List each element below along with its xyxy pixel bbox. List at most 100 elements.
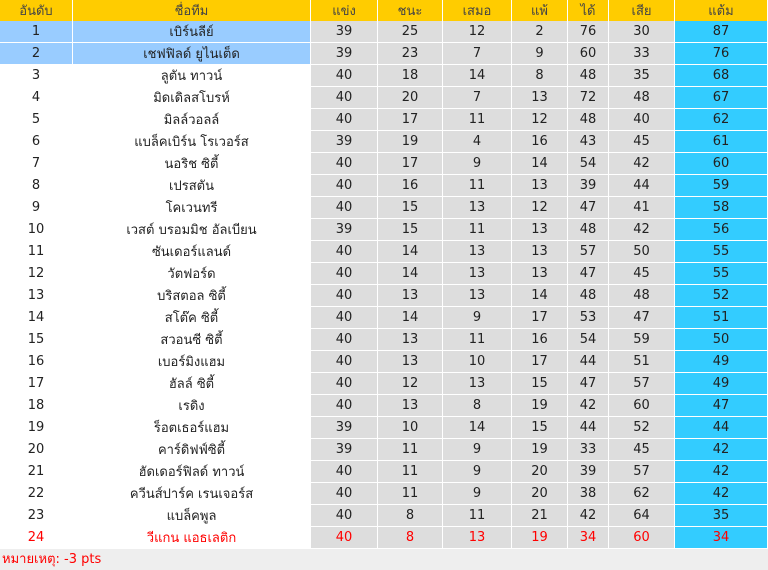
- points-cell: 59: [675, 175, 768, 197]
- header-lost[interactable]: แพ้: [512, 0, 568, 21]
- drawn-cell: 11: [443, 505, 512, 527]
- won-cell: 13: [378, 351, 443, 373]
- points-cell: 44: [675, 417, 768, 439]
- table-row[interactable]: 17 ฮัลล์ ซิตี้ 40 12 13 15 47 57 49: [0, 373, 768, 395]
- played-cell: 40: [311, 263, 378, 285]
- table-row[interactable]: 18 เรดิง 40 13 8 19 42 60 47: [0, 395, 768, 417]
- table-row[interactable]: 9 โคเวนทรี 40 15 13 12 47 41 58: [0, 197, 768, 219]
- table-row[interactable]: 7 นอริช ซิตี้ 40 17 9 14 54 42 60: [0, 153, 768, 175]
- points-cell: 42: [675, 439, 768, 461]
- table-row[interactable]: 16 เบอร์มิงแฮม 40 13 10 17 44 51 49: [0, 351, 768, 373]
- goals-for-cell: 57: [568, 241, 609, 263]
- team-name-cell[interactable]: เวสต์ บรอมมิช อัลเบียน: [73, 219, 311, 241]
- team-name-cell[interactable]: ควีนส์ปาร์ค เรนเจอร์ส: [73, 483, 311, 505]
- lost-cell: 20: [512, 461, 568, 483]
- team-name-cell[interactable]: สโต๊ค ซิตี้: [73, 307, 311, 329]
- team-name-cell[interactable]: เรดิง: [73, 395, 311, 417]
- team-name-cell[interactable]: วีแกน แอธเลติก: [73, 527, 311, 549]
- header-position[interactable]: อันดับ: [0, 0, 73, 21]
- team-name-cell[interactable]: วัตฟอร์ด: [73, 263, 311, 285]
- team-name-cell[interactable]: ลูตัน ทาวน์: [73, 65, 311, 87]
- team-name-cell[interactable]: มิลล์วอลล์: [73, 109, 311, 131]
- lost-cell: 8: [512, 65, 568, 87]
- table-row[interactable]: 3 ลูตัน ทาวน์ 40 18 14 8 48 35 68: [0, 65, 768, 87]
- table-row[interactable]: 12 วัตฟอร์ด 40 14 13 13 47 45 55: [0, 263, 768, 285]
- team-name-cell[interactable]: สวอนซี ซิตี้: [73, 329, 311, 351]
- team-name-cell[interactable]: นอริช ซิตี้: [73, 153, 311, 175]
- table-row[interactable]: 5 มิลล์วอลล์ 40 17 11 12 48 40 62: [0, 109, 768, 131]
- drawn-cell: 13: [443, 263, 512, 285]
- team-name-cell[interactable]: คาร์ดิฟฟ์ซิตี้: [73, 439, 311, 461]
- team-name-cell[interactable]: เชฟฟิลด์ ยูไนเต็ด: [73, 43, 311, 65]
- team-name-cell[interactable]: ฮัดเดอร์ฟิลด์ ทาวน์: [73, 461, 311, 483]
- points-cell: 35: [675, 505, 768, 527]
- drawn-cell: 9: [443, 439, 512, 461]
- table-row[interactable]: 24 วีแกน แอธเลติก 40 8 13 19 34 60 34: [0, 527, 768, 549]
- team-name-cell[interactable]: มิดเดิลสโบรห์: [73, 87, 311, 109]
- team-name-cell[interactable]: เบิร์นลีย์: [73, 21, 311, 43]
- table-row[interactable]: 10 เวสต์ บรอมมิช อัลเบียน 39 15 11 13 48 42 56: [0, 219, 768, 241]
- goals-against-cell: 48: [609, 285, 675, 307]
- goals-against-cell: 44: [609, 175, 675, 197]
- points-cell: 42: [675, 461, 768, 483]
- table-row[interactable]: 11 ซันเดอร์แลนด์ 40 14 13 13 57 50 55: [0, 241, 768, 263]
- header-goals-against[interactable]: เสีย: [609, 0, 675, 21]
- league-table: อันดับ ชื่อทีม แข่ง ชนะ เสมอ แพ้ ได้ เสี…: [0, 0, 768, 549]
- lost-cell: 13: [512, 87, 568, 109]
- drawn-cell: 9: [443, 153, 512, 175]
- won-cell: 8: [378, 527, 443, 549]
- lost-cell: 13: [512, 241, 568, 263]
- header-drawn[interactable]: เสมอ: [443, 0, 512, 21]
- lost-cell: 2: [512, 21, 568, 43]
- won-cell: 14: [378, 307, 443, 329]
- goals-for-cell: 34: [568, 527, 609, 549]
- table-row[interactable]: 19 ร็อตเธอร์แฮม 39 10 14 15 44 52 44: [0, 417, 768, 439]
- table-row[interactable]: 13 บริสตอล ซิตี้ 40 13 13 14 48 48 52: [0, 285, 768, 307]
- won-cell: 15: [378, 219, 443, 241]
- team-name-cell[interactable]: แบล็คเบิร์น โรเวอร์ส: [73, 131, 311, 153]
- won-cell: 11: [378, 483, 443, 505]
- team-name-cell[interactable]: ฮัลล์ ซิตี้: [73, 373, 311, 395]
- played-cell: 40: [311, 285, 378, 307]
- table-row[interactable]: 23 แบล็คพูล 40 8 11 21 42 64 35: [0, 505, 768, 527]
- table-row[interactable]: 6 แบล็คเบิร์น โรเวอร์ส 39 19 4 16 43 45 61: [0, 131, 768, 153]
- header-goals-for[interactable]: ได้: [568, 0, 609, 21]
- table-row[interactable]: 20 คาร์ดิฟฟ์ซิตี้ 39 11 9 19 33 45 42: [0, 439, 768, 461]
- drawn-cell: 13: [443, 197, 512, 219]
- table-row[interactable]: 22 ควีนส์ปาร์ค เรนเจอร์ส 40 11 9 20 38 62 42: [0, 483, 768, 505]
- table-row[interactable]: 14 สโต๊ค ซิตี้ 40 14 9 17 53 47 51: [0, 307, 768, 329]
- team-name-cell[interactable]: บริสตอล ซิตี้: [73, 285, 311, 307]
- goals-for-cell: 60: [568, 43, 609, 65]
- lost-cell: 21: [512, 505, 568, 527]
- lost-cell: 15: [512, 417, 568, 439]
- drawn-cell: 11: [443, 109, 512, 131]
- team-name-cell[interactable]: ซันเดอร์แลนด์: [73, 241, 311, 263]
- table-row[interactable]: 21 ฮัดเดอร์ฟิลด์ ทาวน์ 40 11 9 20 39 57 42: [0, 461, 768, 483]
- table-row[interactable]: 15 สวอนซี ซิตี้ 40 13 11 16 54 59 50: [0, 329, 768, 351]
- position-cell: 6: [0, 131, 73, 153]
- team-name-cell[interactable]: เบอร์มิงแฮม: [73, 351, 311, 373]
- position-cell: 7: [0, 153, 73, 175]
- header-points[interactable]: แต้ม: [675, 0, 768, 21]
- team-name-cell[interactable]: แบล็คพูล: [73, 505, 311, 527]
- position-cell: 14: [0, 307, 73, 329]
- team-name-cell[interactable]: โคเวนทรี: [73, 197, 311, 219]
- table-row[interactable]: 8 เปรสตัน 40 16 11 13 39 44 59: [0, 175, 768, 197]
- drawn-cell: 11: [443, 175, 512, 197]
- lost-cell: 19: [512, 527, 568, 549]
- position-cell: 20: [0, 439, 73, 461]
- goals-for-cell: 53: [568, 307, 609, 329]
- table-body: 1 เบิร์นลีย์ 39 25 12 2 76 30 87 2 เชฟฟิลด์ ยูไนเต…: [0, 21, 768, 549]
- table-row[interactable]: 1 เบิร์นลีย์ 39 25 12 2 76 30 87: [0, 21, 768, 43]
- position-cell: 19: [0, 417, 73, 439]
- goals-against-cell: 45: [609, 131, 675, 153]
- header-played[interactable]: แข่ง: [311, 0, 378, 21]
- table-row[interactable]: 2 เชฟฟิลด์ ยูไนเต็ด 39 23 7 9 60 33 76: [0, 43, 768, 65]
- team-name-cell[interactable]: ร็อตเธอร์แฮม: [73, 417, 311, 439]
- header-won[interactable]: ชนะ: [378, 0, 443, 21]
- lost-cell: 9: [512, 43, 568, 65]
- goals-for-cell: 72: [568, 87, 609, 109]
- table-row[interactable]: 4 มิดเดิลสโบรห์ 40 20 7 13 72 48 67: [0, 87, 768, 109]
- header-team[interactable]: ชื่อทีม: [73, 0, 311, 21]
- team-name-cell[interactable]: เปรสตัน: [73, 175, 311, 197]
